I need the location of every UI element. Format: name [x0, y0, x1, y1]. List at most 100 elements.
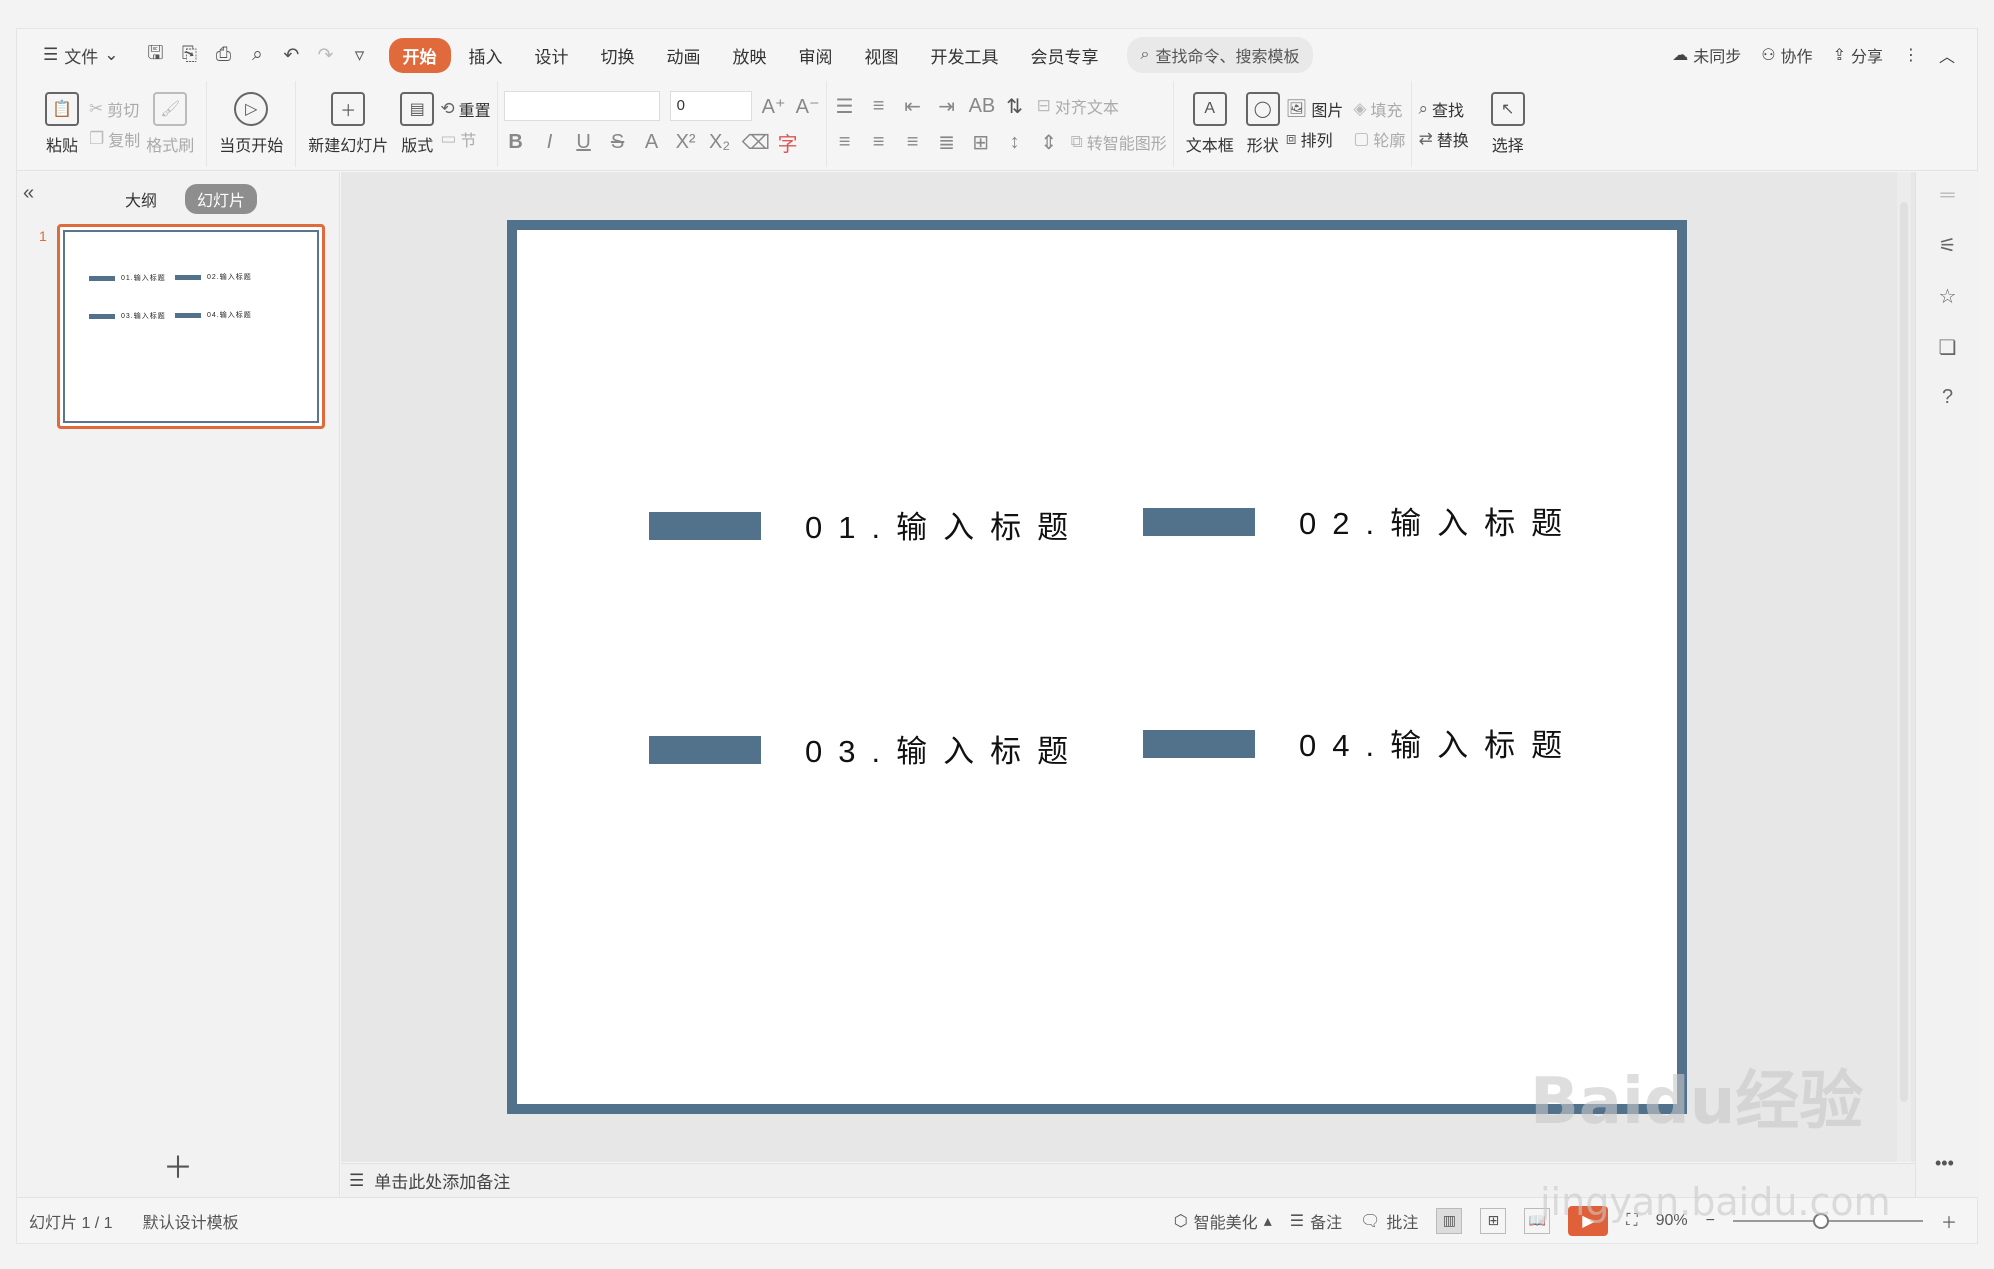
star-icon[interactable]: ☆: [1939, 284, 1957, 309]
zoom-in-icon[interactable]: ＋: [1941, 1209, 1957, 1233]
sorter-view-icon[interactable]: ⊞: [1480, 1207, 1507, 1234]
slide-thumbnail[interactable]: 01.输入标题 02.输入标题 03.输入标题 04.输入标题: [57, 224, 325, 429]
slide[interactable]: 01.输入标题 02.输入标题 03.输入标题 04.输入标题: [507, 220, 1687, 1114]
tab-slides[interactable]: 幻灯片: [185, 184, 258, 214]
sync-button[interactable]: ☁ 未同步: [1672, 43, 1741, 67]
notes-toggle-button[interactable]: ☰ 备注: [1290, 1209, 1342, 1233]
command-search[interactable]: ⌕ 查找命令、搜索模板: [1126, 37, 1314, 73]
scrollbar-thumb[interactable]: [1900, 202, 1908, 1102]
undo-icon[interactable]: ↶: [281, 44, 303, 67]
tab-design[interactable]: 设计: [521, 38, 583, 73]
distribute-icon[interactable]: ⊞: [969, 130, 993, 155]
more-vertical-icon[interactable]: ⋮: [1903, 45, 1919, 65]
strikethrough-icon[interactable]: S: [606, 131, 630, 154]
title-bar-1[interactable]: [649, 512, 761, 540]
eraser-icon[interactable]: ⌫: [742, 130, 770, 155]
smart-art-button[interactable]: ⧉ 转智能图形: [1071, 130, 1167, 154]
tab-review[interactable]: 审阅: [785, 38, 847, 73]
paste-button[interactable]: 📋 粘贴: [39, 86, 85, 162]
tab-outline[interactable]: 大纲: [113, 184, 169, 214]
title-text-3[interactable]: 03.输入标题: [805, 726, 1084, 771]
format-painter-button[interactable]: 🖌 格式刷: [140, 86, 200, 162]
reset-icon: ⟲: [440, 99, 455, 118]
phonetic-icon[interactable]: 字: [776, 128, 800, 157]
replace-button[interactable]: ⇄ 替换: [1418, 127, 1468, 151]
properties-icon[interactable]: ⚟: [1939, 233, 1957, 258]
bullet-list-icon[interactable]: ☰: [833, 94, 857, 119]
collapse-ribbon-icon[interactable]: ︿: [1939, 43, 1955, 67]
new-slide-button[interactable]: ＋ 新建幻灯片: [302, 86, 394, 162]
superscript-icon[interactable]: X²: [674, 131, 698, 154]
tab-member[interactable]: 会员专享: [1017, 38, 1113, 73]
title-text-1[interactable]: 01.输入标题: [805, 502, 1084, 547]
paragraph-spacing-icon[interactable]: ⇕: [1037, 130, 1061, 155]
template-name[interactable]: 默认设计模板: [143, 1209, 239, 1233]
shape-button[interactable]: ◯ 形状: [1240, 86, 1286, 162]
bold-icon[interactable]: B: [504, 131, 528, 154]
title-bar-3[interactable]: [649, 736, 761, 764]
title-text-2[interactable]: 02.输入标题: [1299, 498, 1578, 543]
tab-insert[interactable]: 插入: [455, 38, 517, 73]
tab-animations[interactable]: 动画: [653, 38, 715, 73]
layout-button[interactable]: ▤ 版式: [394, 86, 440, 162]
collapse-panel-icon[interactable]: «: [23, 182, 34, 205]
add-slide-icon[interactable]: ＋: [163, 1143, 193, 1187]
share-button[interactable]: ⇪ 分享: [1833, 43, 1883, 67]
file-menu-button[interactable]: ☰ 文件 ⌄: [35, 37, 127, 74]
increase-indent-icon[interactable]: ⇥: [935, 94, 959, 119]
select-button[interactable]: ↖ 选择: [1485, 86, 1531, 162]
customize-icon[interactable]: ▿: [349, 44, 371, 67]
font-size-select[interactable]: 0: [669, 91, 752, 121]
section-button[interactable]: ▭ 节: [440, 127, 490, 151]
tab-view[interactable]: 视图: [851, 38, 913, 73]
text-direction-icon[interactable]: AB: [969, 95, 996, 118]
justify-icon[interactable]: ≣: [935, 130, 959, 155]
align-right-icon[interactable]: ≡: [901, 131, 925, 154]
picture-button[interactable]: 🖼 图片: [1286, 97, 1344, 121]
fill-button[interactable]: ◈ 填充: [1353, 97, 1405, 121]
animation-icon[interactable]: ❏: [1939, 335, 1957, 360]
tab-transitions[interactable]: 切换: [587, 38, 649, 73]
numbered-list-icon[interactable]: ≡: [867, 95, 891, 118]
play-current-button[interactable]: ▷ 当页开始: [213, 86, 289, 162]
decrease-font-icon[interactable]: A⁻: [796, 94, 820, 119]
title-text-4[interactable]: 04.输入标题: [1299, 720, 1578, 765]
tab-home[interactable]: 开始: [388, 37, 451, 73]
align-center-icon[interactable]: ≡: [867, 131, 891, 154]
title-bar-4[interactable]: [1143, 730, 1255, 758]
normal-view-icon[interactable]: ▥: [1436, 1207, 1463, 1234]
beautify-button[interactable]: ⬡ 智能美化 ▴: [1174, 1209, 1272, 1233]
increase-font-icon[interactable]: A⁺: [762, 94, 786, 119]
sort-icon[interactable]: ⇅: [1003, 94, 1027, 119]
save-icon[interactable]: 🖫: [145, 39, 167, 71]
title-bar-2[interactable]: [1143, 508, 1255, 536]
print-icon[interactable]: ⎙: [213, 44, 235, 66]
file-menu-label: 文件: [64, 47, 99, 67]
align-left-icon[interactable]: ≡: [833, 131, 857, 154]
tab-slideshow[interactable]: 放映: [719, 38, 781, 73]
find-button[interactable]: ⌕ 查找: [1418, 97, 1468, 121]
textbox-button[interactable]: A 文本框: [1180, 86, 1240, 162]
align-text-button[interactable]: ⊟ 对齐文本: [1037, 94, 1119, 118]
subscript-icon[interactable]: X₂: [708, 131, 732, 154]
copy-button[interactable]: ❐ 复制: [89, 127, 140, 151]
font-color-icon[interactable]: A: [640, 131, 664, 154]
reset-button[interactable]: ⟲ 重置: [440, 97, 490, 121]
help-icon[interactable]: ?: [1942, 386, 1953, 409]
arrange-button[interactable]: ⧈ 排列: [1286, 127, 1344, 151]
comments-button[interactable]: 🗨 批注: [1360, 1209, 1418, 1233]
line-spacing-icon[interactable]: ↕: [1003, 131, 1027, 154]
more-horizontal-icon[interactable]: •••: [1935, 1153, 1954, 1174]
italic-icon[interactable]: I: [538, 131, 562, 154]
outline-button[interactable]: ▢ 轮廓: [1353, 127, 1405, 151]
decrease-indent-icon[interactable]: ⇤: [901, 94, 925, 119]
print-preview-icon[interactable]: ⌕: [247, 44, 269, 66]
collab-button[interactable]: ⚇ 协作: [1761, 43, 1812, 67]
cut-button[interactable]: ✂ 剪切: [89, 97, 140, 121]
vertical-scrollbar[interactable]: [1897, 172, 1911, 1162]
redo-icon[interactable]: ↷: [315, 44, 337, 67]
tab-developer[interactable]: 开发工具: [917, 38, 1013, 73]
font-family-select[interactable]: [503, 91, 660, 121]
export-icon[interactable]: ⎘: [179, 44, 201, 66]
underline-icon[interactable]: U: [572, 131, 596, 154]
